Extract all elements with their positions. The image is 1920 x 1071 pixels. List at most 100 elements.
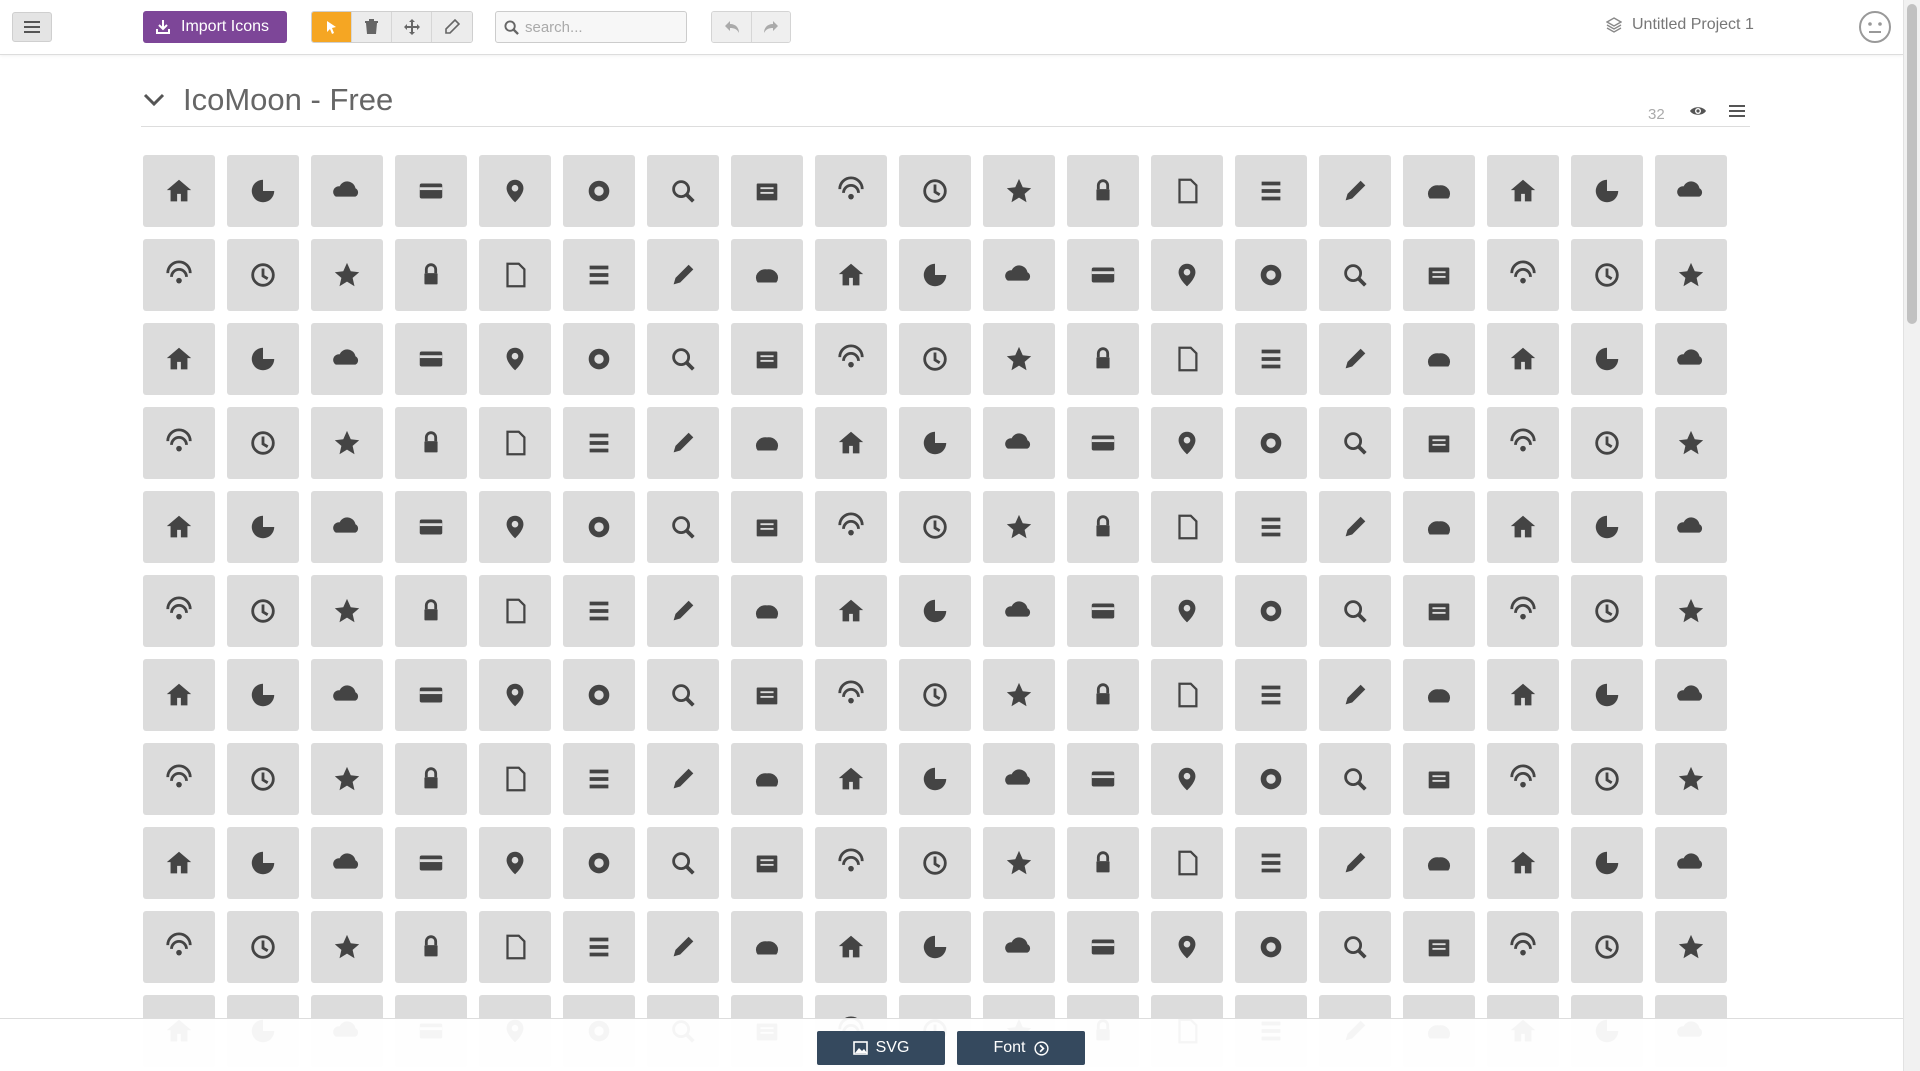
edit-tool-button[interactable] — [432, 12, 472, 42]
icon-tile-calendar[interactable] — [311, 491, 383, 563]
project-selector[interactable]: Untitled Project 1 — [1606, 16, 1754, 34]
icon-tile-clock2[interactable] — [1487, 407, 1559, 479]
icon-tile-tablet[interactable] — [983, 491, 1055, 563]
icon-tile-bell[interactable] — [143, 491, 215, 563]
icon-tile-newspaper[interactable] — [479, 155, 551, 227]
icon-tile-redo[interactable] — [395, 575, 467, 647]
icon-tile-quotes-left[interactable] — [227, 659, 299, 731]
icon-tile-bug[interactable] — [983, 743, 1055, 815]
icon-tile-magnet[interactable] — [899, 827, 971, 899]
icon-tile-spinner6[interactable] — [815, 659, 887, 731]
icon-tile-calendar2[interactable] — [395, 491, 467, 563]
icon-tile-home3[interactable] — [1487, 911, 1559, 983]
icon-tile-address-book[interactable] — [563, 407, 635, 479]
scrollbar[interactable] — [1903, 0, 1920, 1071]
icon-tile-aid-kit[interactable] — [899, 743, 971, 815]
icon-tile-drawer[interactable] — [1151, 491, 1223, 563]
icon-tile-users[interactable] — [1403, 575, 1475, 647]
icon-tile-cog[interactable] — [563, 743, 635, 815]
icon-tile-play[interactable] — [1655, 155, 1727, 227]
icon-tile-bubble2[interactable] — [1067, 575, 1139, 647]
icon-tile-compass2[interactable] — [1067, 407, 1139, 479]
icon-tile-power[interactable] — [143, 911, 215, 983]
icon-tile-magic-wand[interactable] — [815, 743, 887, 815]
icon-tile-paste[interactable] — [731, 323, 803, 395]
icon-tile-clipboard[interactable] — [395, 911, 467, 983]
icon-tile-leaf[interactable] — [311, 827, 383, 899]
icon-tile-wrench[interactable] — [311, 743, 383, 815]
icon-tile-qrcode[interactable] — [1319, 323, 1391, 395]
icon-tile-list-numbered[interactable] — [479, 911, 551, 983]
icon-tile-cart2[interactable] — [1571, 323, 1643, 395]
icon-tile-home3[interactable] — [311, 155, 383, 227]
icon-tile-file-video[interactable] — [479, 323, 551, 395]
icon-tile-cloud-upload[interactable] — [1067, 911, 1139, 983]
icon-tile-truck[interactable] — [1319, 827, 1391, 899]
icon-tile-spades[interactable] — [479, 239, 551, 311]
icon-tile-redo2[interactable] — [563, 575, 635, 647]
icon-tile-trophy[interactable] — [1403, 743, 1475, 815]
icon-tile-keyboard[interactable] — [563, 491, 635, 563]
icon-tile-newspaper[interactable] — [1655, 911, 1727, 983]
icon-tile-dice[interactable] — [311, 239, 383, 311]
icon-tile-stats-bars2[interactable] — [1319, 743, 1391, 815]
user-avatar-icon[interactable] — [1858, 10, 1892, 44]
icon-tile-bin2[interactable] — [1067, 827, 1139, 899]
select-tool-button[interactable] — [312, 12, 352, 42]
icon-tile-images[interactable] — [1319, 155, 1391, 227]
icon-tile-binoculars[interactable] — [899, 659, 971, 731]
icon-tile-credit-card[interactable] — [143, 407, 215, 479]
icon-tile-mobile[interactable] — [815, 491, 887, 563]
icon-tile-upload[interactable] — [1571, 491, 1643, 563]
icon-tile-film[interactable] — [143, 239, 215, 311]
icon-tile-list[interactable] — [563, 911, 635, 983]
icon-tile-quill[interactable] — [731, 155, 803, 227]
icon-tile-shrink[interactable] — [1319, 659, 1391, 731]
icon-tile-accessibility[interactable] — [1487, 827, 1559, 899]
undo-button[interactable] — [712, 12, 751, 42]
icon-tile-zoom-out[interactable] — [1151, 659, 1223, 731]
main-menu-button[interactable] — [12, 12, 52, 42]
icon-tile-printer[interactable] — [479, 491, 551, 563]
icon-tile-stopwatch[interactable] — [227, 491, 299, 563]
icon-tile-undo2[interactable] — [479, 575, 551, 647]
icon-tile-pencil2[interactable] — [647, 155, 719, 227]
icon-tile-cart[interactable] — [1487, 323, 1559, 395]
import-icons-button[interactable]: Import Icons — [143, 11, 287, 43]
icon-tile-lock[interactable] — [143, 743, 215, 815]
icon-tile-headphones[interactable] — [1487, 155, 1559, 227]
delete-tool-button[interactable] — [352, 12, 392, 42]
icon-tile-key[interactable] — [1571, 659, 1643, 731]
icon-tile-undo[interactable] — [311, 575, 383, 647]
icon-tile-glass2[interactable] — [1655, 743, 1727, 815]
icon-tile-bubble[interactable] — [815, 575, 887, 647]
icon-tile-diamonds[interactable] — [647, 239, 719, 311]
icon-tile-hammer[interactable] — [731, 743, 803, 815]
icon-tile-image[interactable] — [1235, 155, 1307, 227]
icon-tile-tv[interactable] — [1067, 491, 1139, 563]
icon-tile-target[interactable] — [1571, 827, 1643, 899]
icon-tile-hour-glass[interactable] — [311, 659, 383, 731]
icon-tile-spinner2[interactable] — [479, 659, 551, 731]
icon-tile-spinner4[interactable] — [647, 659, 719, 731]
icon-tile-display[interactable] — [647, 491, 719, 563]
icon-tile-mobile2[interactable] — [899, 491, 971, 563]
icon-tile-library[interactable] — [1319, 239, 1391, 311]
icon-tile-lab[interactable] — [815, 827, 887, 899]
icon-tile-music[interactable] — [1571, 155, 1643, 227]
icon-tile-camera[interactable] — [1403, 155, 1475, 227]
icon-tile-feed[interactable] — [983, 239, 1055, 311]
icon-tile-user-plus[interactable] — [1487, 575, 1559, 647]
icon-tile-home[interactable] — [143, 155, 215, 227]
icon-tile-stats-dots[interactable] — [1151, 743, 1223, 815]
icon-tile-spinner[interactable] — [395, 659, 467, 731]
icon-tile-glass[interactable] — [1571, 743, 1643, 815]
icon-tile-box-remove[interactable] — [1403, 491, 1475, 563]
icon-tile-book[interactable] — [1151, 239, 1223, 311]
icon-tile-history[interactable] — [1319, 407, 1391, 479]
icon-tile-office[interactable] — [1571, 911, 1643, 983]
icon-tile-stack[interactable] — [815, 323, 887, 395]
icon-tile-briefcase[interactable] — [1151, 827, 1223, 899]
icon-tile-phone-hang-up[interactable] — [479, 407, 551, 479]
icon-tile-file-music[interactable] — [311, 323, 383, 395]
